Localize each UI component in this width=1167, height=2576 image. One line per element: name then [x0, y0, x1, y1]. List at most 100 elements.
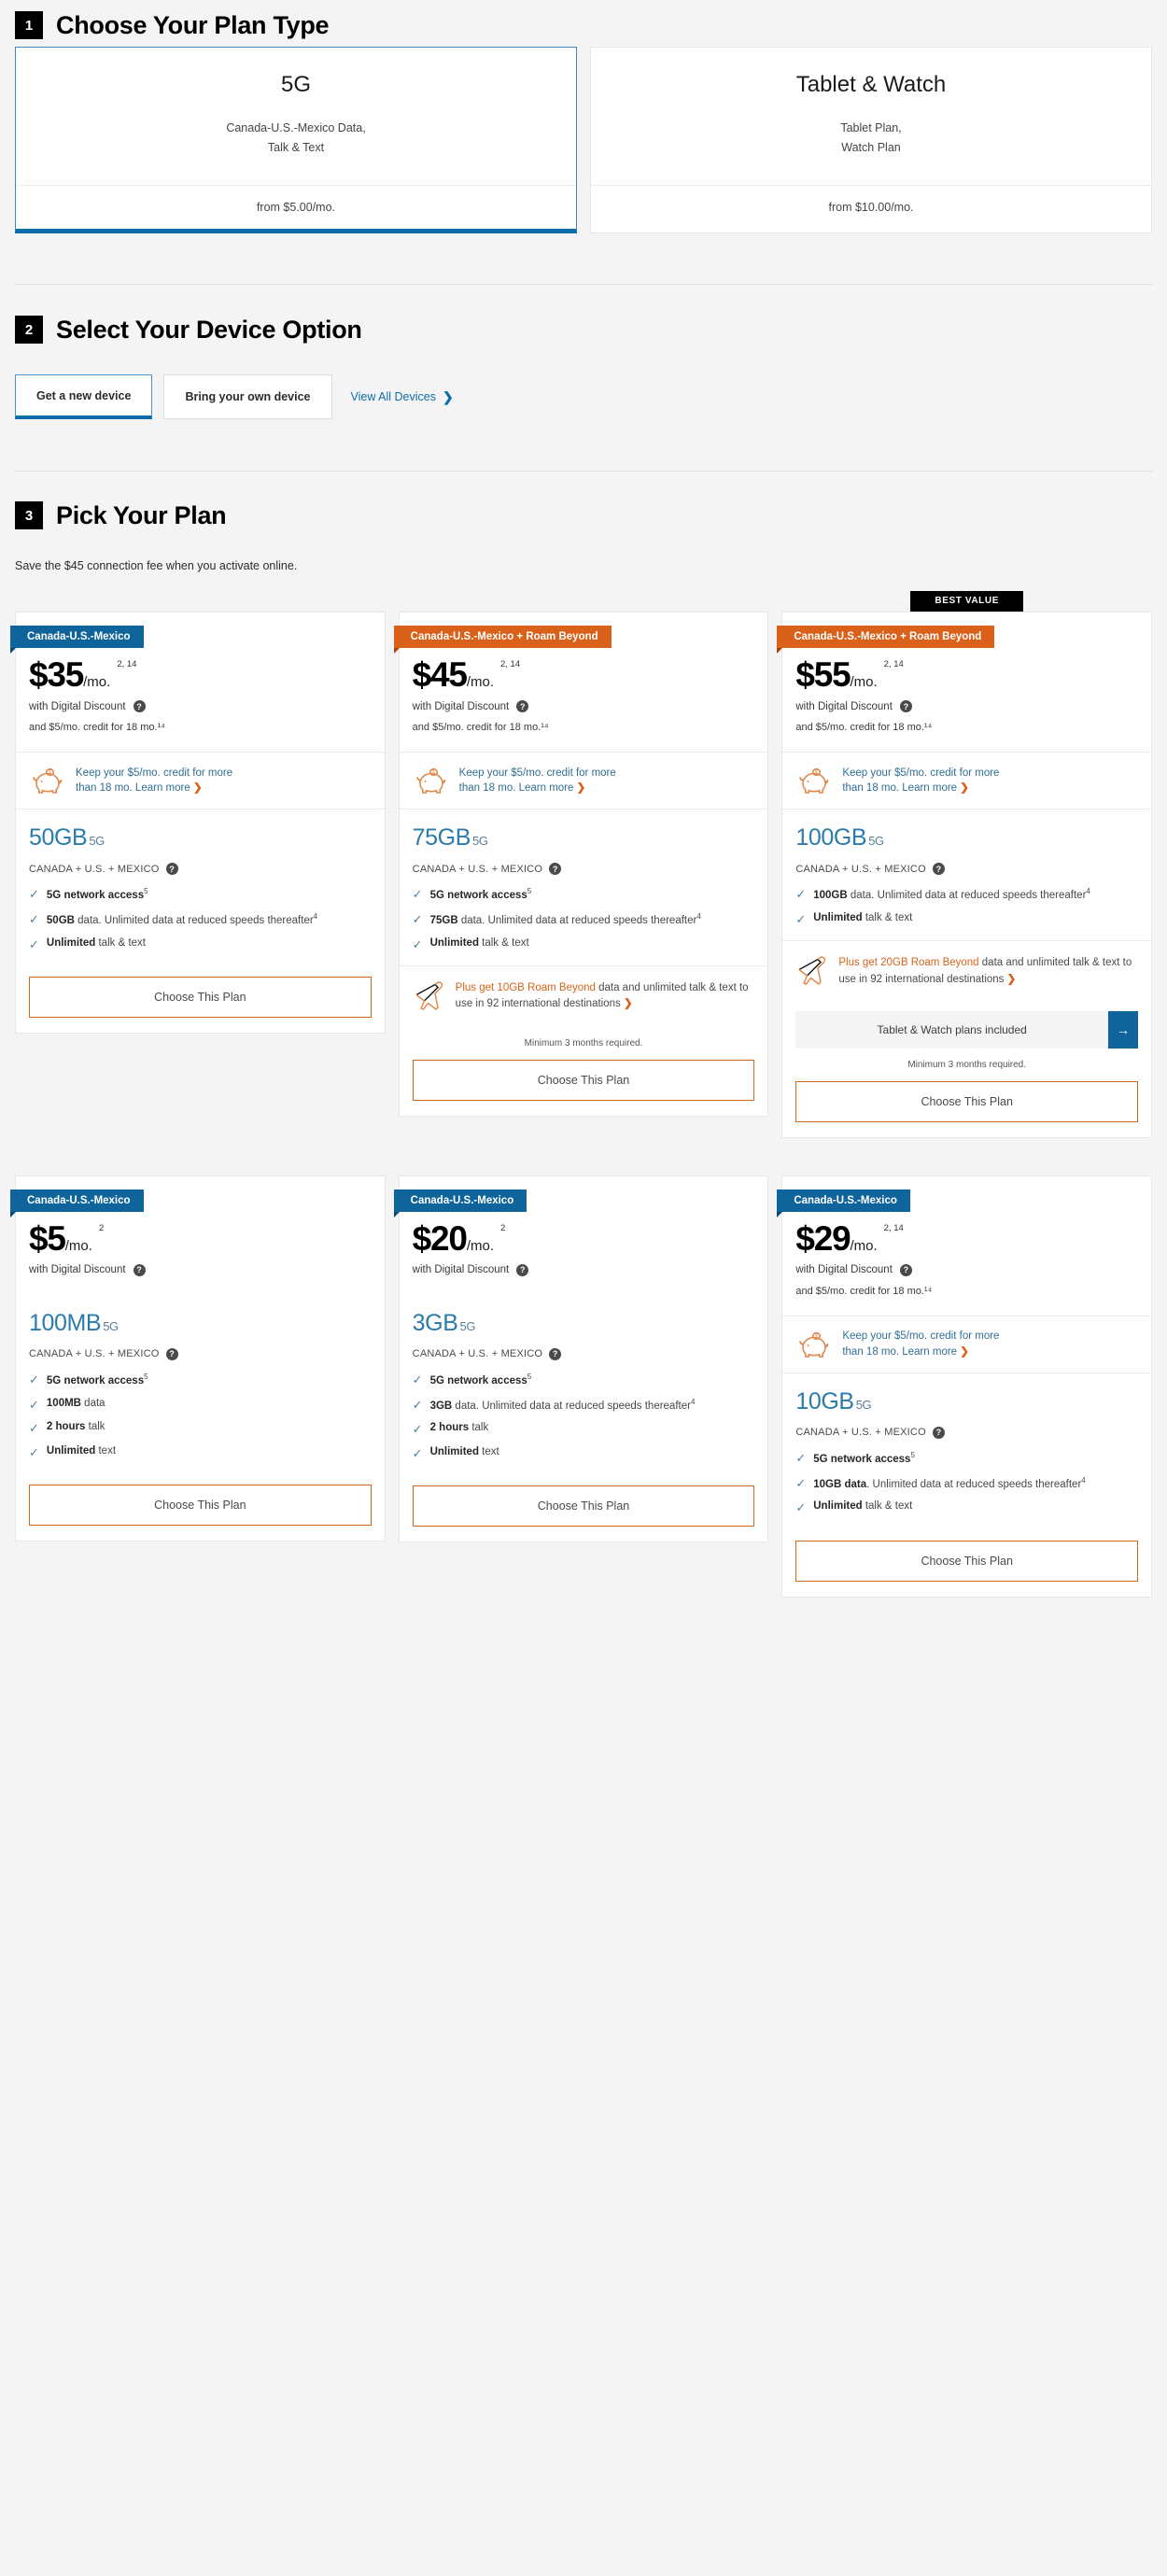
plan-price: $5 [29, 1218, 66, 1258]
plan-type-desc-line1: Tablet Plan, [840, 121, 902, 134]
airplane-icon [798, 956, 826, 986]
plan-price: $35 [29, 655, 84, 695]
plan-type-desc: Canada-U.S.-Mexico Data, Talk & Text [27, 119, 565, 157]
coverage-help-icon[interactable]: ? [932, 863, 945, 876]
best-value-wrap: BEST VALUE [781, 591, 1152, 612]
plan-price: $55 [795, 655, 851, 695]
plan-grid-row-2: Canada-U.S.-Mexico $5 /mo. 2 with Digita… [0, 1155, 1167, 1598]
plan-feature-item: ✓ Unlimited text [413, 1445, 755, 1462]
choose-this-plan-button[interactable]: Choose This Plan [795, 1540, 1139, 1582]
best-value-spacer [15, 1155, 386, 1175]
credit-promo-banner[interactable]: $ Keep your $5/mo. credit for more than 1… [399, 752, 768, 810]
credit-promo-banner[interactable]: $ Keep your $5/mo. credit for more than 1… [16, 752, 385, 810]
plan-card-plan-100mb[interactable]: Canada-U.S.-Mexico $5 /mo. 2 with Digita… [10, 1175, 386, 1542]
digital-discount-line: with Digital Discount ? [413, 1263, 755, 1276]
coverage-help-icon[interactable]: ? [549, 863, 562, 876]
plan-feature-text: 50GB data. Unlimited data at reduced spe… [46, 911, 318, 926]
ribbon-zone: Canada-U.S.-Mexico [393, 1176, 768, 1218]
coverage-region-line: CANADA + U.S. + MEXICO ? [29, 1347, 372, 1360]
digital-discount-help-icon[interactable]: ? [133, 700, 146, 713]
coverage-help-icon[interactable]: ? [165, 863, 178, 876]
roam-beyond-banner[interactable]: Plus get 20GB Roam Beyond data and unlim… [782, 940, 1152, 1002]
digital-discount-help-icon[interactable]: ? [899, 1263, 912, 1276]
digital-discount-help-icon[interactable]: ? [133, 1263, 146, 1276]
view-all-devices-link[interactable]: View All Devices ❯ [344, 374, 454, 419]
plan-type-desc-line2: Watch Plan [841, 140, 901, 154]
choose-plan-wrap: Choose This Plan [400, 1049, 768, 1116]
coverage-region-label: CANADA + U.S. + MEXICO [29, 1348, 160, 1360]
price-zone: $45 /mo. 2, 14 with Digital Discount ? a… [400, 648, 768, 752]
price-zone: $55 /mo. 2, 14 with Digital Discount ? a… [782, 648, 1151, 752]
plan-column: Canada-U.S.-Mexico $29 /mo. 2, 14 with D… [777, 1155, 1153, 1598]
digital-discount-help-icon[interactable]: ? [516, 700, 529, 713]
svg-text:$: $ [815, 1334, 818, 1340]
plan-column: Canada-U.S.-Mexico $5 /mo. 2 with Digita… [10, 1155, 386, 1542]
page-title-2: Select Your Device Option [56, 315, 362, 344]
plan-card-plan-75gb[interactable]: Canada-U.S.-Mexico + Roam Beyond $45 /mo… [393, 612, 769, 1117]
tablet-watch-included-button[interactable]: Tablet & Watch plans included → [795, 1010, 1139, 1049]
choose-plan-wrap: Choose This Plan [782, 1070, 1151, 1137]
digital-discount-help-icon[interactable]: ? [899, 700, 912, 713]
plan-ribbon-badge: Canada-U.S.-Mexico [393, 1189, 527, 1218]
plan-price-footnote: 2, 14 [117, 659, 137, 670]
plan-type-body: Tablet & Watch Tablet Plan, Watch Plan [591, 48, 1151, 185]
plan-card-plan-10gb[interactable]: Canada-U.S.-Mexico $29 /mo. 2, 14 with D… [777, 1175, 1153, 1598]
coverage-help-icon[interactable]: ? [549, 1347, 562, 1360]
plan-feature-text: 5G network access5 [429, 1372, 532, 1387]
choose-this-plan-button[interactable]: Choose This Plan [412, 1485, 755, 1527]
credit-promo-banner[interactable]: $ Keep your $5/mo. credit for more than 1… [782, 1315, 1152, 1373]
choose-this-plan-button[interactable]: Choose This Plan [29, 1485, 372, 1527]
plan-card-plan-3gb[interactable]: Canada-U.S.-Mexico $20 /mo. 2 with Digit… [393, 1175, 769, 1543]
plan-details-zone: 10GB 5G CANADA + U.S. + MEXICO ? ✓ 5G net… [782, 1373, 1151, 1529]
check-icon: ✓ [412, 1422, 423, 1437]
chevron-right-icon: ❯ [960, 782, 969, 795]
plan-feature-text: Unlimited talk & text [46, 936, 146, 949]
plan-type-from-price: from $5.00/mo. [16, 185, 576, 229]
credit-promo-text: Keep your $5/mo. credit for more than 18 … [76, 767, 233, 795]
plan-type-card-tablet-watch[interactable]: Tablet & Watch Tablet Plan, Watch Plan f… [590, 47, 1152, 234]
plan-type-desc-line2: Talk & Text [267, 140, 325, 154]
choose-this-plan-button[interactable]: Choose This Plan [795, 1080, 1139, 1122]
coverage-help-icon[interactable]: ? [932, 1426, 945, 1439]
plan-feature-text: 2 hours talk [46, 1421, 105, 1433]
chevron-right-icon: ❯ [576, 782, 586, 795]
plan-type-card-5g[interactable]: 5G Canada-U.S.-Mexico Data, Talk & Text … [15, 47, 577, 234]
credit-promo-banner[interactable]: $ Keep your $5/mo. credit for more than 1… [782, 752, 1152, 810]
roam-beyond-banner[interactable]: Plus get 10GB Roam Beyond data and unlim… [399, 965, 768, 1027]
plan-feature-item: ✓ 2 hours talk [413, 1421, 755, 1438]
check-icon: ✓ [412, 911, 423, 926]
price-line: $29 /mo. 2, 14 [795, 1221, 1138, 1256]
plan-price-footnote: 2 [98, 1222, 105, 1233]
minimum-term-note: Minimum 3 months required. [524, 1037, 643, 1049]
view-all-devices-label: View All Devices [350, 390, 436, 404]
plan-card-plan-100gb[interactable]: Canada-U.S.-Mexico + Roam Beyond $55 /mo… [777, 612, 1153, 1138]
check-icon: ✓ [412, 1445, 423, 1460]
plan-feature-text: 75GB data. Unlimited data at reduced spe… [429, 911, 701, 926]
plan-feature-text: 100MB data [46, 1397, 105, 1409]
coverage-region-label: CANADA + U.S. + MEXICO [29, 863, 160, 875]
plan-feature-item: ✓ 5G network access5 [795, 1450, 1138, 1468]
best-value-spacer [399, 591, 769, 612]
digital-discount-help-icon[interactable]: ? [516, 1263, 529, 1276]
choose-this-plan-button[interactable]: Choose This Plan [29, 977, 372, 1019]
plan-feature-list: ✓ 5G network access5 ✓ 75GB data. Unlimi… [413, 886, 755, 952]
check-icon: ✓ [29, 936, 39, 951]
plan-price-footnote: 2, 14 [500, 659, 521, 670]
check-icon: ✓ [795, 1450, 807, 1465]
plan-card-plan-50gb[interactable]: Canada-U.S.-Mexico $35 /mo. 2, 14 with D… [10, 612, 386, 1035]
roam-beyond-highlight: Plus get 20GB Roam Beyond [838, 957, 979, 969]
chevron-right-icon: ❯ [623, 998, 633, 1010]
coverage-help-icon[interactable]: ? [165, 1347, 178, 1360]
minimum-term-note: Minimum 3 months required. [907, 1059, 1027, 1070]
plan-ribbon-badge: Canada-U.S.-Mexico [10, 1189, 144, 1218]
plan-data-allowance: 10GB 5G [795, 1387, 872, 1415]
plan-type-desc-line1: Canada-U.S.-Mexico Data, [226, 121, 366, 134]
device-option-get-new[interactable]: Get a new device [15, 374, 153, 420]
network-type-label: 5G [472, 834, 488, 849]
plan-data-allowance: 3GB 5G [412, 1309, 476, 1336]
device-option-bring-own[interactable]: Bring your own device [163, 374, 332, 420]
digital-discount-line: with Digital Discount ? [795, 1263, 1138, 1276]
digital-discount-line: with Digital Discount ? [29, 700, 372, 713]
coverage-region-line: CANADA + U.S. + MEXICO ? [795, 1426, 1138, 1439]
choose-this-plan-button[interactable]: Choose This Plan [412, 1059, 755, 1101]
